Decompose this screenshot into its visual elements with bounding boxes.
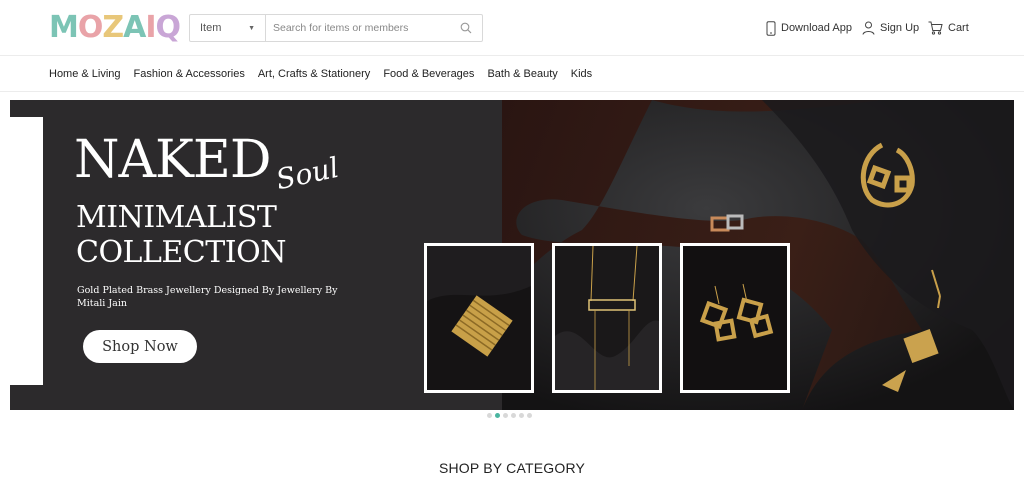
site-logo[interactable]: MOZAIQ (49, 10, 181, 45)
sign-up-label: Sign Up (880, 22, 920, 34)
banner-title-naked: NAKED (74, 130, 272, 190)
carousel-dot[interactable] (527, 413, 532, 418)
hero-banner[interactable]: NAKED Soul MINIMALIST COLLECTION Gold Pl… (10, 100, 1014, 410)
logo-letter: M (49, 10, 79, 45)
carousel-dot[interactable] (495, 413, 500, 418)
banner-title-collection: COLLECTION (76, 235, 286, 270)
download-app-label: Download App (781, 22, 852, 34)
logo-letter: Q (155, 10, 181, 45)
search-category-label: Item (200, 22, 222, 34)
search-bar: Item ▼ (189, 14, 483, 42)
search-icon[interactable] (460, 15, 482, 41)
nav-item-home-living[interactable]: Home & Living (49, 68, 121, 80)
cart-label: Cart (948, 22, 969, 34)
carousel-dot[interactable] (487, 413, 492, 418)
banner-title-minimalist: MINIMALIST (76, 200, 277, 235)
sign-up-link[interactable]: Sign Up (862, 18, 919, 38)
logo-letter: O (77, 10, 103, 45)
nav-item-kids[interactable]: Kids (571, 68, 592, 80)
shop-now-button[interactable]: Shop Now (83, 330, 197, 363)
cart-icon (928, 21, 943, 35)
banner-side-tab (10, 117, 43, 385)
nav-item-fashion-accessories[interactable]: Fashion & Accessories (134, 68, 245, 80)
banner-description: Gold Plated Brass Jewellery Designed By … (77, 285, 338, 310)
nav-item-bath-beauty[interactable]: Bath & Beauty (487, 68, 557, 80)
logo-letter: A (123, 10, 146, 45)
chevron-down-icon: ▼ (248, 24, 255, 32)
user-icon (862, 21, 875, 35)
search-input[interactable] (266, 15, 460, 41)
site-header: MOZAIQ Item ▼ Download App Sign Up Cart (0, 0, 1024, 56)
banner-title-soul: Soul (273, 150, 342, 197)
carousel-dot[interactable] (511, 413, 516, 418)
logo-letter: I (145, 10, 156, 45)
nav-item-art-crafts-stationery[interactable]: Art, Crafts & Stationery (258, 68, 370, 80)
phone-icon (766, 20, 776, 36)
carousel-dot[interactable] (503, 413, 508, 418)
product-thumb-square-pendant[interactable] (424, 243, 534, 393)
carousel-dot[interactable] (519, 413, 524, 418)
product-thumb-cube-earrings[interactable] (680, 243, 790, 393)
product-thumb-bar-necklace[interactable] (552, 243, 662, 393)
download-app-link[interactable]: Download App (766, 18, 852, 38)
search-category-select[interactable]: Item ▼ (190, 15, 266, 41)
carousel-dots (487, 413, 532, 418)
cart-link[interactable]: Cart (928, 18, 969, 38)
shop-by-category-heading: SHOP BY CATEGORY (438, 460, 586, 476)
logo-letter: Z (102, 10, 124, 45)
category-nav: Home & Living Fashion & Accessories Art,… (0, 57, 1024, 92)
nav-item-food-beverages[interactable]: Food & Beverages (383, 68, 474, 80)
